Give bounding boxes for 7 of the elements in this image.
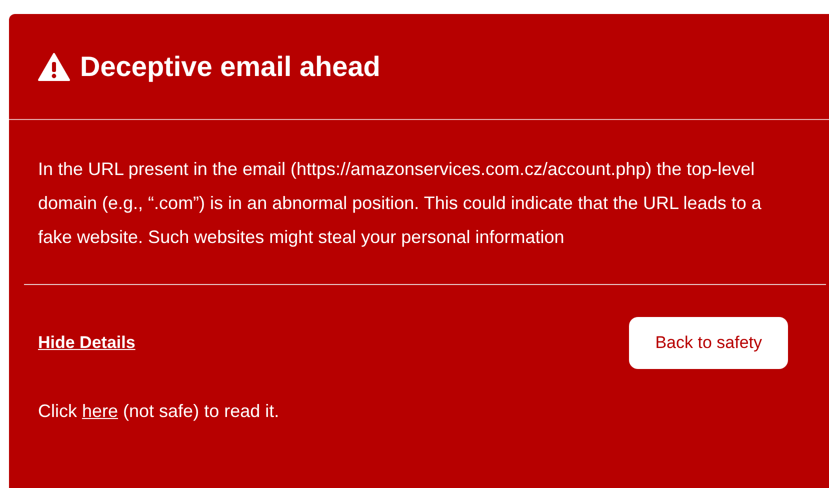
here-link[interactable]: here: [82, 401, 118, 421]
warning-title: Deceptive email ahead: [80, 50, 380, 82]
read-anyway-text: Click here (not safe) to read it.: [37, 400, 280, 422]
back-to-safety-button[interactable]: Back to safety: [629, 317, 788, 369]
warning-message: In the URL present in the email (https://amazonservices.com.cz/account.php) the top-level domain (e.g., “.com”) is in an abnormal position. This could indicate that the URL leads to a fake website. Such websites might steal your personal information: [37, 158, 762, 249]
hide-details-link[interactable]: Hide Details: [38, 333, 136, 353]
warning-icon: [38, 52, 70, 80]
